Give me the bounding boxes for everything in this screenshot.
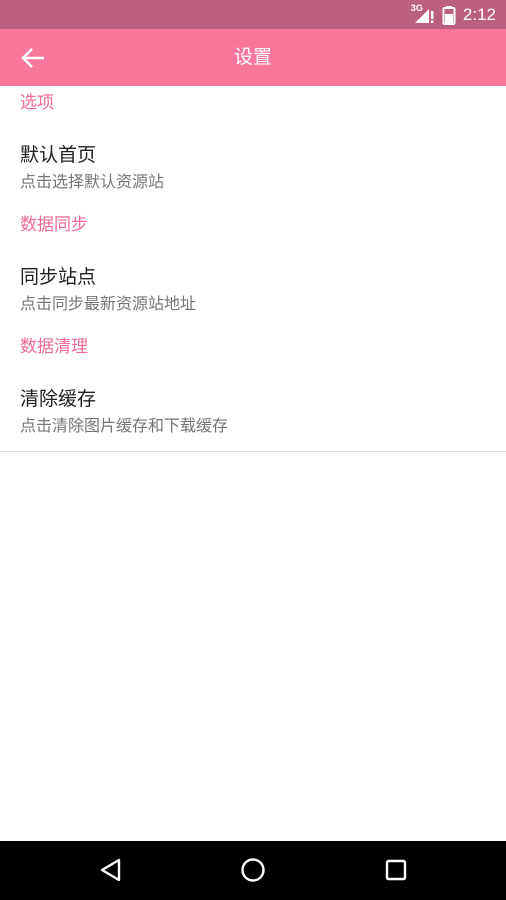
pref-title: 同步站点 bbox=[20, 266, 97, 288]
navigation-bar bbox=[0, 841, 506, 900]
triangle-back-icon bbox=[100, 858, 121, 882]
pref-clear-cache[interactable]: 清除缓存 点击清除图片缓存和下载缓存 bbox=[0, 364, 506, 452]
pref-summary: 点击同步最新资源站地址 bbox=[20, 294, 197, 313]
signal-icon: 3G bbox=[410, 2, 435, 25]
pref-summary: 点击清除图片缓存和下载缓存 bbox=[20, 416, 229, 435]
app-bar: 设置 bbox=[0, 29, 506, 86]
pref-title: 默认首页 bbox=[20, 144, 97, 166]
status-bar: 3G 2:12 bbox=[0, 0, 506, 29]
nav-back-button[interactable] bbox=[96, 855, 126, 885]
circle-home-icon bbox=[241, 858, 265, 882]
page-title: 设置 bbox=[233, 46, 272, 68]
battery-icon bbox=[441, 5, 457, 25]
nav-home-button[interactable] bbox=[238, 855, 268, 885]
nav-recents-button[interactable] bbox=[381, 855, 411, 885]
square-recents-icon bbox=[385, 859, 407, 881]
section-header-options: 选项 bbox=[20, 93, 54, 113]
pref-sync-sites[interactable]: 同步站点 点击同步最新资源站地址 bbox=[0, 242, 506, 330]
pref-default-home[interactable]: 默认首页 点击选择默认资源站 bbox=[0, 120, 506, 208]
pref-title: 清除缓存 bbox=[20, 388, 97, 410]
network-type: 3G bbox=[410, 2, 423, 13]
list-divider bbox=[0, 451, 506, 452]
status-time: 2:12 bbox=[462, 4, 496, 24]
section-header-data-cleanup: 数据清理 bbox=[20, 337, 88, 357]
pref-summary: 点击选择默认资源站 bbox=[20, 172, 165, 191]
section-header-data-sync: 数据同步 bbox=[20, 215, 88, 235]
settings-list: 选项 默认首页 点击选择默认资源站 数据同步 同步站点 点击同步最新资源站地址 … bbox=[0, 86, 506, 452]
status-icons: 3G 2:12 bbox=[410, 0, 496, 29]
